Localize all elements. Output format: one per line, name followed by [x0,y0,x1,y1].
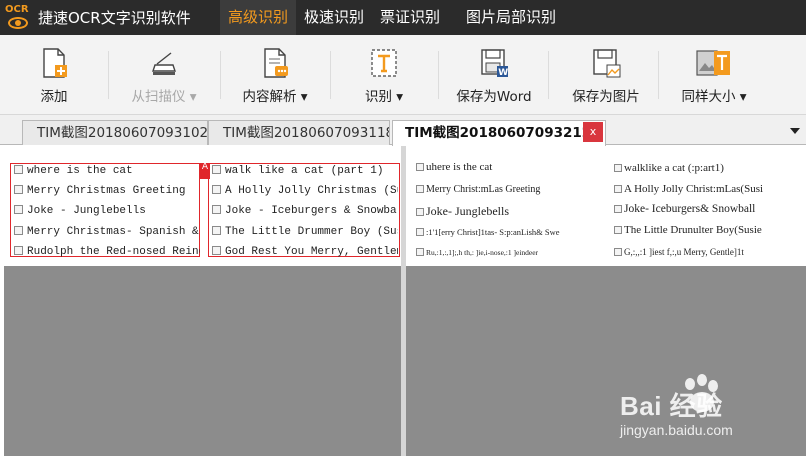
baidu-jingyan-watermark: Bai 经验 jingyan.baidu.com [620,374,800,444]
watermark-brand: Bai 经验 [620,391,723,421]
menu-advanced-recognition[interactable]: 高级识别 [220,0,297,35]
tab-tim-093118[interactable]: TIM截图20180607093118 [208,120,390,145]
same-size-icon [696,50,730,76]
checkbox-icon [14,165,23,174]
checkbox-icon [14,185,23,194]
toolbar-divider [548,51,549,99]
list-item: A Holly Jolly Christmas (Susie [212,185,398,197]
list-item: Merry Christmas- Spanish & Swe [14,226,200,238]
menu-fast-recognition[interactable]: 极速识别 [296,0,372,35]
tab-tim-093102[interactable]: TIM截图20180607093102 [22,120,208,145]
eye-icon [8,17,28,29]
toolbar-divider [438,51,439,99]
checkbox-icon [416,185,424,193]
tab-list-dropdown-icon[interactable] [789,125,801,137]
result-line[interactable]: Merry Christ:mLas Greeting [416,184,612,195]
add-file-icon [43,48,67,78]
checkbox-icon [14,226,23,235]
checkbox-icon [614,248,622,256]
checkbox-icon [212,226,221,235]
toolbar-divider [658,51,659,99]
svg-text:W: W [498,68,508,78]
scanner-label: 从扫描仪 ▾ [131,89,197,105]
result-line[interactable]: G,:,,:1 ]iest f,:,u Merry, Gentle]1t [614,247,806,257]
menu-partial-image-recognition[interactable]: 图片局部识别 [458,0,564,35]
save-image-icon [593,49,621,78]
result-line[interactable]: The Little Drunulter Boy(Susie [614,224,806,236]
result-line[interactable]: uhere is the cat [416,161,612,173]
list-item: The Little Drummer Boy (Susie [212,226,398,238]
scanner-button[interactable]: 从扫描仪 ▾ [126,35,202,115]
tab-bar: TIM截图20180607093102 TIM截图20180607093118 … [0,115,806,146]
recognize-label: 识别 ▾ [364,89,404,105]
checkbox-icon [14,246,23,255]
list-item: God Rest You Merry, Gentlemen [212,246,398,258]
app-logo-text: OCR [5,4,29,15]
result-line[interactable]: walklike a cat (:p:art1) [614,162,806,174]
checkbox-icon [14,205,23,214]
add-label: 添加 [40,89,68,105]
source-document: A where is the cat Merry Christmas Greet… [4,146,401,266]
result-line[interactable]: Joke- Junglebells [416,204,612,219]
toolbar-divider [330,51,331,99]
toolbar-divider [108,51,109,99]
result-document[interactable]: uhere is the cat Merry Christ:mLas Greet… [406,146,806,266]
result-line[interactable]: :1'1[erry Christ]1tas- S:p:anLish& Swe [416,227,614,237]
same-size-label: 同样大小 ▾ [681,89,747,105]
source-image-pane[interactable]: A where is the cat Merry Christmas Greet… [4,146,401,456]
region-marker[interactable]: A [200,163,210,179]
save-word-icon: W [481,49,508,78]
app-logo: OCR [0,0,36,35]
watermark-url: jingyan.baidu.com [620,422,733,438]
tab-close-button[interactable]: x [583,122,603,142]
checkbox-icon [614,185,622,193]
save-image-label: 保存为图片 [572,89,640,105]
app-title: 捷速OCR文字识别软件 [38,9,191,27]
checkbox-icon [212,246,221,255]
result-line[interactable]: A Holly Jolly Christ:mLas(Susi [614,183,806,195]
checkbox-icon [416,248,424,256]
checkbox-icon [614,164,622,172]
result-line[interactable]: Ru,:1,:,1];,h th,: ]ie,i-nose,:1 ]eindee… [416,248,612,257]
list-item: Joke - Junglebells [14,205,200,217]
list-item: Joke - Iceburgers & Snowball [212,205,398,217]
save-word-label: 保存为Word [456,89,532,105]
tab-tim-093212[interactable]: TIM截图20180607093212 [392,120,606,146]
recognize-button[interactable]: 识别 ▾ [356,35,412,115]
checkbox-icon [212,205,221,214]
toolbar-divider [220,51,221,99]
list-item: walk like a cat (part 1) [212,165,398,177]
checkbox-icon [212,165,221,174]
checkbox-icon [416,228,424,236]
checkbox-icon [212,185,221,194]
add-button[interactable]: 添加 [28,35,80,115]
result-line[interactable]: Joke- Iceburgers& Snowball [614,203,806,215]
toolbar: 添加 从扫描仪 ▾ 内容解析 ▾ 识别 ▾ W 保存为Word 保存为图片 同样… [0,35,806,115]
content-analysis-label: 内容解析 ▾ [242,89,308,105]
menu-ticket-recognition[interactable]: 票证识别 [372,0,448,35]
text-recognize-icon [371,49,397,77]
checkbox-icon [416,163,424,171]
content-analysis-button[interactable]: 内容解析 ▾ [238,35,312,115]
same-size-button[interactable]: 同样大小 ▾ [676,35,752,115]
save-image-button[interactable]: 保存为图片 [566,35,646,115]
scanner-icon [152,52,176,75]
content-analysis-icon [264,48,288,78]
checkbox-icon [614,205,622,213]
list-item: Merry Christmas Greeting [14,185,200,197]
list-item: where is the cat [14,165,200,177]
title-bar: OCR 捷速OCR文字识别软件 高级识别 极速识别 票证识别 图片局部识别 [0,0,806,35]
checkbox-icon [416,208,424,216]
save-word-button[interactable]: W 保存为Word [452,35,536,115]
list-item: Rudolph the Red-nosed Reindeer [14,246,200,258]
checkbox-icon [614,226,622,234]
